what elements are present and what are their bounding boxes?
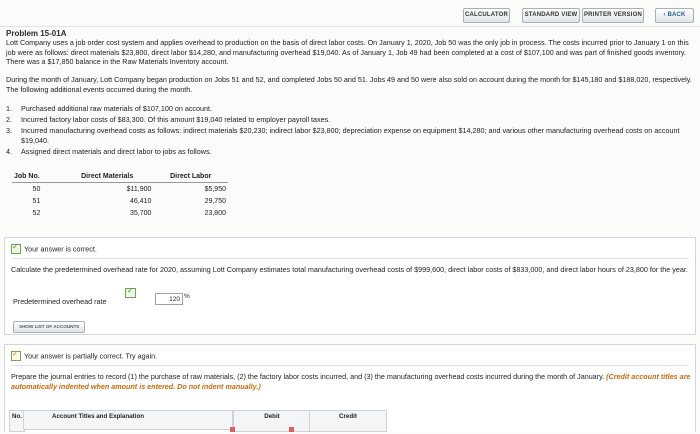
list-item: 2. Incurred factory labor costs of $83,30… xyxy=(6,115,331,124)
correct-check-icon xyxy=(125,286,136,298)
col-direct-materials: Direct Materials xyxy=(60,171,154,184)
col-credit: Credit xyxy=(309,410,387,432)
part2-status: Your answer is partially correct. Try ag… xyxy=(11,349,157,362)
partial-check-icon xyxy=(11,349,21,362)
calculator-button[interactable]: CALCULATOR xyxy=(463,8,510,23)
error-flag-icon xyxy=(230,427,235,432)
problem-paragraph-1: Lott Company uses a job order cost syste… xyxy=(6,38,689,66)
percent-unit: % xyxy=(184,293,190,300)
events-list: 1. Purchased additional raw materials of … xyxy=(6,104,700,158)
error-flag-icon xyxy=(289,427,294,432)
list-item: 3. Incurred manufacturing overhead costs … xyxy=(6,126,680,145)
part1-status: Your answer is correct. xyxy=(11,242,97,255)
table-row: 51 46,410 29,750 xyxy=(32,197,226,205)
part1-instruction: Calculate the predetermined overhead rat… xyxy=(11,265,688,274)
divider xyxy=(11,365,689,366)
problem-paragraph-2: During the month of January, Lott Compan… xyxy=(6,75,692,94)
col-account-titles: Account Titles and Explanation xyxy=(23,410,233,430)
table-row: 52 35,700 23,800 xyxy=(32,210,226,218)
list-item: 1. Purchased additional raw materials of … xyxy=(6,104,212,113)
part2-panel: Your answer is partially correct. Try ag… xyxy=(4,344,696,432)
part1-panel: Your answer is correct. Calculate the pr… xyxy=(4,237,696,335)
toolbar-divider xyxy=(0,26,700,27)
check-icon xyxy=(11,242,21,255)
predetermined-rate-input[interactable]: 120 xyxy=(155,293,183,305)
col-job-no: Job No. xyxy=(12,171,61,184)
journal-grid-header: No. Account Titles and Explanation Debit… xyxy=(9,410,691,434)
col-direct-labor: Direct Labor xyxy=(153,171,228,184)
jobs-table: Job No. Direct Materials Direct Labor 50… xyxy=(12,171,228,220)
divider xyxy=(11,258,689,259)
part2-instruction: Prepare the journal entries to record (1… xyxy=(11,372,691,391)
back-button[interactable]: ‹ BACK xyxy=(655,8,694,23)
printer-version-button[interactable]: PRINTER VERSION xyxy=(582,8,644,23)
standard-view-button[interactable]: STANDARD VIEW xyxy=(522,8,580,23)
show-list-of-accounts-button[interactable]: SHOW LIST OF ACCOUNTS xyxy=(13,321,86,333)
table-header-row: Job No. Direct Materials Direct Labor xyxy=(12,171,228,184)
predetermined-rate-label: Predetermined overhead rate xyxy=(13,297,107,306)
list-item: 4. Assigned direct materials and direct l… xyxy=(6,146,212,156)
top-toolbar: CALCULATOR STANDARD VIEW PRINTER VERSION… xyxy=(0,8,700,26)
table-row: 50 $11,900 $5,950 xyxy=(32,185,226,193)
col-debit: Debit xyxy=(233,410,311,432)
